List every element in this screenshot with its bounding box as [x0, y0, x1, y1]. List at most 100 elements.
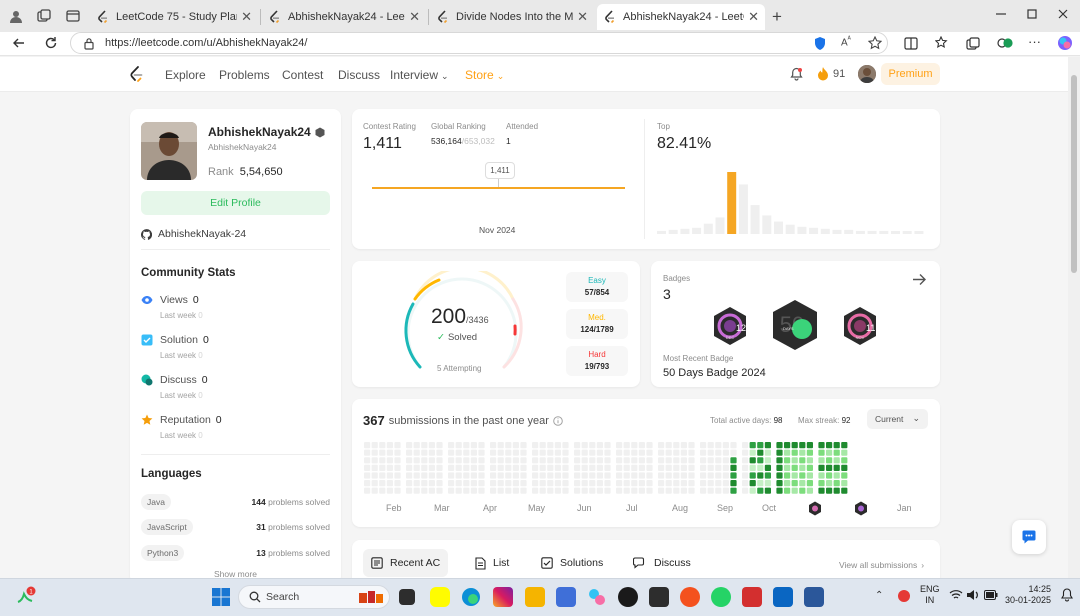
heatmap-day-cell — [604, 472, 611, 479]
bell-icon[interactable] — [790, 67, 803, 81]
heatmap-day-cell — [532, 449, 539, 456]
heatmap-day-cell — [448, 449, 455, 456]
browser-tab-3[interactable]: Divide Nodes Into the Maximum N ✕ — [430, 4, 594, 30]
info-icon[interactable] — [553, 415, 563, 426]
extensions-icon[interactable] — [997, 36, 1013, 50]
recent-badge-name: 50 Days Badge 2024 — [663, 367, 766, 379]
collections-icon[interactable] — [966, 37, 980, 50]
heatmap-day-cell — [512, 472, 519, 479]
close-tab-icon[interactable]: ✕ — [409, 9, 420, 25]
leetcode-favicon-icon — [96, 10, 110, 24]
range-dropdown[interactable]: Current ⌄ — [867, 409, 928, 429]
whatsapp-icon[interactable] — [711, 587, 731, 607]
heatmap-day-cell — [826, 442, 833, 449]
close-tab-icon[interactable]: ✕ — [577, 9, 588, 25]
tab-recent-ac[interactable]: Recent AC — [363, 549, 449, 577]
heatmap-day-cell — [688, 464, 695, 471]
file-explorer-icon[interactable] — [525, 587, 545, 607]
nav-store[interactable]: Store ⌄ — [465, 68, 504, 82]
task-view-icon[interactable] — [399, 589, 415, 605]
scrollbar-thumb[interactable] — [1071, 75, 1077, 273]
view-all-submissions-link[interactable]: View all submissions › — [839, 560, 924, 570]
minimize-icon[interactable] — [995, 8, 1007, 20]
show-more-link[interactable]: Show more — [214, 569, 257, 578]
heatmap-day-cell — [463, 480, 470, 487]
new-tab-icon[interactable]: + — [772, 7, 782, 27]
avatar[interactable] — [858, 65, 876, 83]
page-scrollbar[interactable] — [1068, 57, 1080, 578]
nov-badge-icon[interactable]: 11 NOV — [841, 306, 879, 346]
acrobat-icon[interactable] — [742, 587, 762, 607]
dec-badge-icon[interactable]: 12 DEC — [711, 306, 749, 346]
edit-profile-button[interactable]: Edit Profile — [141, 191, 330, 215]
refresh-icon[interactable] — [44, 36, 58, 50]
heatmap-day-cell — [749, 449, 756, 456]
github-link[interactable]: AbhishekNayak-24 — [141, 228, 246, 240]
tab-solutions[interactable]: Solutions — [533, 549, 611, 577]
more-menu-icon[interactable]: ··· — [1028, 34, 1041, 49]
copilot-taskbar-icon[interactable] — [587, 587, 607, 607]
browser-tab-1[interactable]: LeetCode 75 - Study Plan - LeetC ✕ — [90, 4, 258, 30]
shield-icon[interactable] — [813, 36, 827, 51]
nav-explore[interactable]: Explore — [165, 68, 206, 82]
edge-icon[interactable] — [461, 587, 481, 607]
back-icon[interactable] — [12, 36, 26, 50]
read-aloud-icon[interactable]: Aᴬ — [841, 36, 851, 48]
tab-list[interactable]: List — [467, 549, 517, 577]
language-indicator[interactable]: ENG IN — [920, 584, 940, 606]
close-tab-icon[interactable]: ✕ — [748, 9, 759, 25]
wifi-icon[interactable] — [949, 589, 963, 601]
premium-button[interactable]: Premium — [881, 63, 940, 85]
terminal-icon[interactable] — [649, 587, 669, 607]
leetcode-logo-icon[interactable] — [129, 66, 143, 83]
heatmap-day-cell — [604, 487, 611, 494]
tab-actions-icon[interactable] — [66, 9, 80, 23]
50-days-badge-icon[interactable]: 50 DAYS — [770, 299, 820, 351]
snapchat-icon[interactable] — [430, 587, 450, 607]
heatmap-day-cell — [665, 472, 672, 479]
taskbar-search-box[interactable]: Search — [238, 585, 390, 609]
fire-streak-icon[interactable] — [817, 66, 829, 81]
nav-discuss[interactable]: Discuss — [338, 68, 380, 82]
close-tab-icon[interactable]: ✕ — [241, 9, 252, 25]
nav-contest[interactable]: Contest — [282, 68, 323, 82]
workspaces-icon[interactable] — [37, 9, 51, 23]
favorite-star-icon[interactable] — [868, 36, 882, 50]
feedback-button[interactable] — [1012, 520, 1046, 554]
profile-icon[interactable] — [9, 9, 23, 23]
favorites-icon[interactable] — [935, 36, 949, 50]
url-field[interactable]: https://leetcode.com/u/AbhishekNayak24/ … — [70, 32, 888, 54]
windows-start-icon[interactable] — [212, 588, 230, 606]
split-screen-icon[interactable] — [904, 37, 918, 50]
store-icon[interactable] — [556, 587, 576, 607]
browser-tab-4-active[interactable]: AbhishekNayak24 - LeetCode Pro ✕ — [597, 4, 765, 30]
dell-icon[interactable] — [618, 587, 638, 607]
restore-icon[interactable] — [1026, 8, 1038, 20]
heatmap-day-cell — [799, 449, 806, 456]
battery-icon[interactable] — [984, 590, 998, 600]
volume-icon[interactable] — [966, 589, 980, 601]
arrow-right-icon[interactable] — [912, 273, 927, 286]
heatmap-day-cell — [784, 442, 791, 449]
copilot-icon[interactable] — [1057, 35, 1073, 51]
word-icon[interactable] — [804, 587, 824, 607]
chevron-up-icon[interactable]: ⌃ — [875, 590, 883, 601]
stat-solution: Solution 0 — [141, 334, 209, 346]
nav-problems[interactable]: Problems — [219, 68, 270, 82]
heatmap-day-cell — [604, 480, 611, 487]
heatmap-day-cell — [562, 464, 569, 471]
linkedin-icon[interactable] — [773, 587, 793, 607]
username-text: AbhishekNayak24 — [208, 125, 311, 139]
security-icon[interactable] — [897, 589, 911, 603]
widgets-icon[interactable]: 1 — [14, 586, 36, 608]
heatmap-day-cell — [406, 442, 413, 449]
heatmap-day-cell — [490, 464, 497, 471]
instagram-icon[interactable] — [493, 587, 513, 607]
tab-discuss[interactable]: Discuss — [625, 549, 699, 577]
notification-bell-icon[interactable] — [1061, 588, 1073, 602]
browser-tab-2[interactable]: AbhishekNayak24 - LeetCode Pro ✕ — [262, 4, 426, 30]
clock[interactable]: 14:25 30-01-2025 — [1004, 584, 1051, 606]
nav-interview[interactable]: Interview ⌄ — [390, 68, 449, 82]
close-window-icon[interactable] — [1057, 8, 1069, 20]
paint-icon[interactable] — [680, 587, 700, 607]
